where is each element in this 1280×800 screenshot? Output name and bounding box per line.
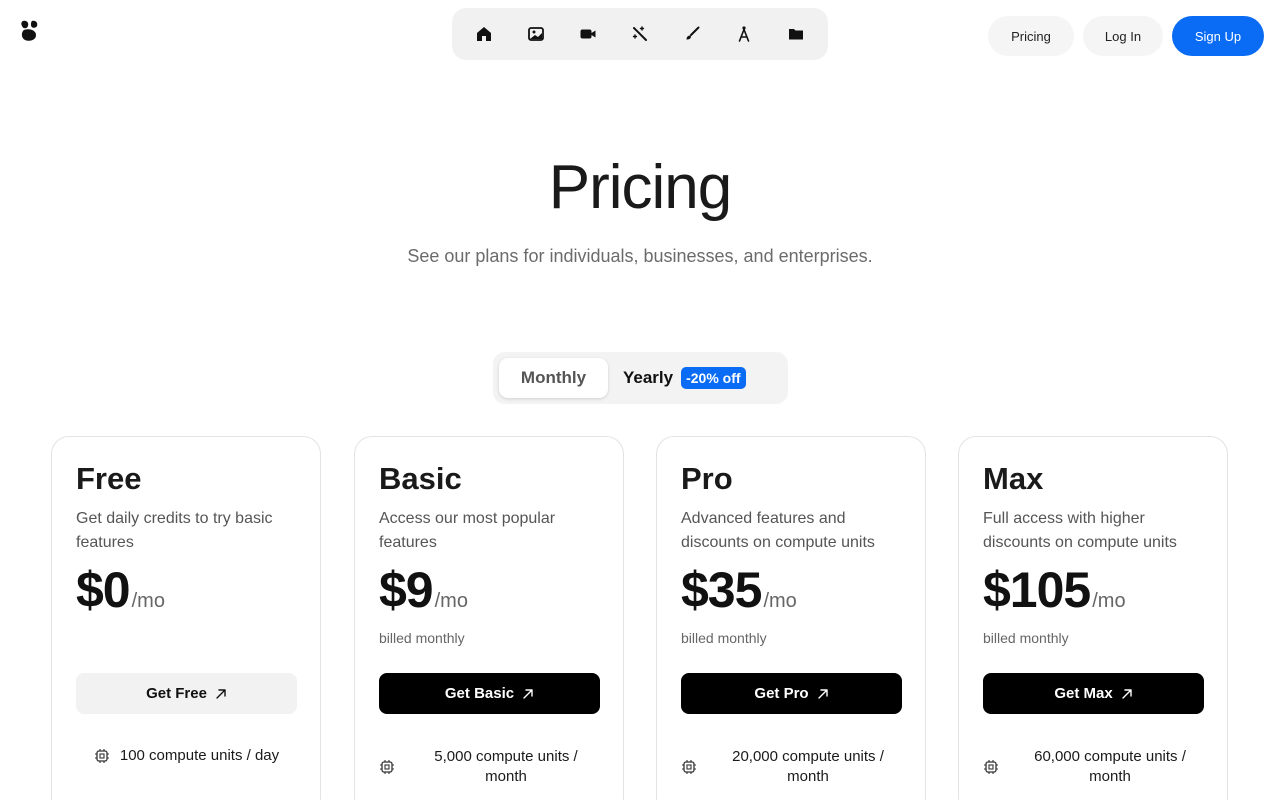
arrow-up-right-icon xyxy=(522,688,534,700)
billing-note: billed monthly xyxy=(379,630,465,646)
get-free-button[interactable]: Get Free xyxy=(76,673,297,714)
plan-description: Get daily credits to try basic features xyxy=(76,510,273,551)
discount-badge: -20% off xyxy=(681,367,746,389)
cta-label: Get Pro xyxy=(754,685,809,702)
plan-description: Advanced features and discounts on compu… xyxy=(681,510,875,551)
brush-icon[interactable] xyxy=(676,18,708,50)
chip-icon xyxy=(379,759,395,775)
page-title: Pricing xyxy=(548,153,733,222)
home-icon[interactable] xyxy=(468,18,500,50)
pricing-nav-button[interactable]: Pricing xyxy=(988,16,1074,56)
signup-button[interactable]: Sign Up xyxy=(1172,16,1264,56)
plan-feature: 20,000 compute units / month xyxy=(681,747,902,787)
arrow-up-right-icon xyxy=(215,688,227,700)
feature-text: 60,000 compute units / month xyxy=(1034,748,1186,785)
price-amount: $9 xyxy=(379,562,434,618)
plan-feature: 60,000 compute units / month xyxy=(983,747,1204,787)
feature-text: 5,000 compute units / month xyxy=(434,748,578,785)
cta-label: Get Basic xyxy=(444,685,515,702)
plan-name: Max xyxy=(983,461,1044,496)
price-period: /mo xyxy=(1092,590,1126,612)
plan-name: Pro xyxy=(681,461,733,496)
video-camera-icon[interactable] xyxy=(572,18,604,50)
plan-card-free: Free Get daily credits to try basic feat… xyxy=(51,436,321,800)
cta-label: Get Max xyxy=(1054,685,1113,702)
page-subtitle: See our plans for individuals, businesse… xyxy=(407,246,873,266)
tool-navigation xyxy=(452,8,828,60)
image-icon[interactable] xyxy=(520,18,552,50)
plan-name: Basic xyxy=(379,461,462,496)
billing-note: billed monthly xyxy=(681,630,767,646)
chip-icon xyxy=(681,759,697,775)
price-period: /mo xyxy=(763,590,797,612)
feature-text: 100 compute units / day xyxy=(119,747,280,764)
folder-icon[interactable] xyxy=(780,18,812,50)
plan-price: $0 /mo xyxy=(76,561,165,619)
yearly-label: Yearly xyxy=(623,368,674,387)
plan-card-basic: Basic Access our most popular features $… xyxy=(354,436,624,800)
price-amount: $0 xyxy=(76,562,131,618)
compass-icon[interactable] xyxy=(728,18,760,50)
plan-name: Free xyxy=(76,461,142,496)
pricing-page: Pricing Log In Sign Up Pricing See our p… xyxy=(0,0,1280,800)
billing-toggle: Monthly Yearly -20% off xyxy=(493,352,788,404)
plan-price: $35 /mo xyxy=(681,561,797,619)
chip-icon xyxy=(94,748,110,764)
price-amount: $105 xyxy=(983,562,1091,618)
plan-price: $9 /mo xyxy=(379,561,468,619)
plan-card-max: Max Full access with higher discounts on… xyxy=(958,436,1228,800)
get-pro-button[interactable]: Get Pro xyxy=(681,673,902,714)
arrow-up-right-icon xyxy=(1121,688,1133,700)
plan-feature: 100 compute units / day xyxy=(76,747,297,764)
login-button[interactable]: Log In xyxy=(1083,16,1163,56)
price-period: /mo xyxy=(434,590,468,612)
billing-note: billed monthly xyxy=(983,630,1069,646)
plan-description: Access our most popular features xyxy=(379,510,556,551)
chip-icon xyxy=(983,759,999,775)
price-amount: $35 xyxy=(681,562,762,618)
cta-label: Get Free xyxy=(146,685,207,702)
magic-wand-icon[interactable] xyxy=(624,18,656,50)
yearly-option[interactable]: Yearly -20% off xyxy=(623,358,746,398)
plan-card-pro: Pro Advanced features and discounts on c… xyxy=(656,436,926,800)
feature-text: 20,000 compute units / month xyxy=(732,748,884,785)
plan-feature: 5,000 compute units / month xyxy=(379,747,600,787)
arrow-up-right-icon xyxy=(817,688,829,700)
plan-description: Full access with higher discounts on com… xyxy=(983,510,1177,551)
get-max-button[interactable]: Get Max xyxy=(983,673,1204,714)
logo-icon[interactable] xyxy=(20,20,40,42)
plan-price: $105 /mo xyxy=(983,561,1126,619)
price-period: /mo xyxy=(131,590,165,612)
monthly-option[interactable]: Monthly xyxy=(499,358,608,398)
get-basic-button[interactable]: Get Basic xyxy=(379,673,600,714)
